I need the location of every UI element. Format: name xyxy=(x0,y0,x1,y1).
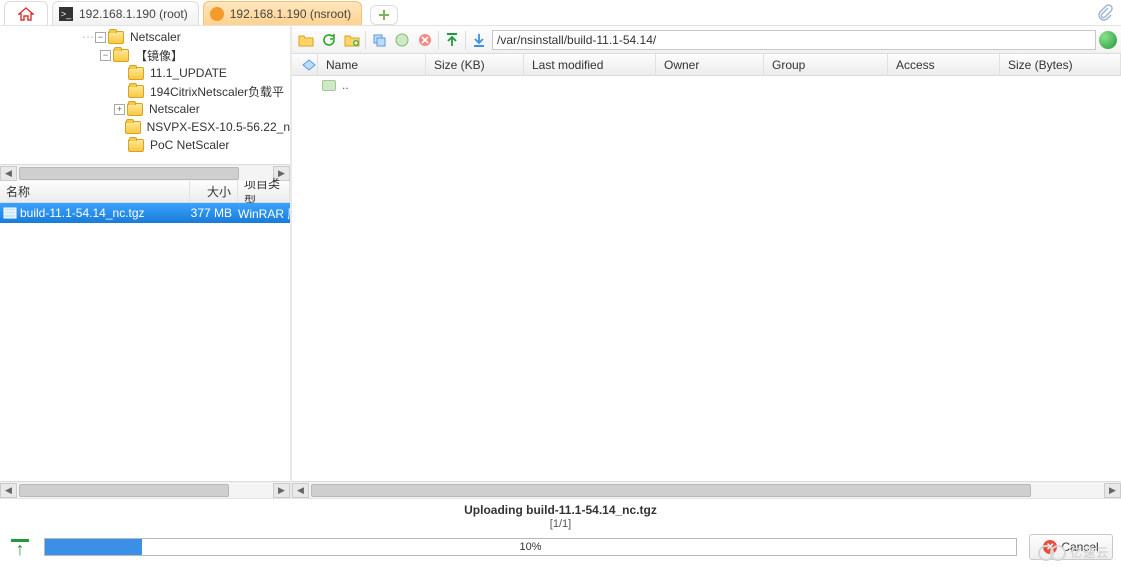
download-button[interactable] xyxy=(469,30,489,50)
tree-label: 11.1_UPDATE xyxy=(150,66,227,80)
home-tab[interactable] xyxy=(4,1,48,25)
folder-icon xyxy=(113,49,129,62)
col-access[interactable]: Access xyxy=(888,54,1000,75)
copy-button[interactable] xyxy=(369,30,389,50)
delete-button[interactable] xyxy=(415,30,435,50)
tree-label: 194CitrixNetscaler负载平 xyxy=(150,83,284,100)
col-check[interactable] xyxy=(292,54,318,75)
tree-node[interactable]: PoC NetScaler xyxy=(4,136,290,154)
tree-node[interactable]: NSVPX-ESX-10.5-56.22_n xyxy=(4,118,290,136)
scroll-left-icon[interactable]: ◀ xyxy=(292,483,309,498)
tree-node[interactable]: − 【镜像】 xyxy=(4,46,290,64)
upload-icon: ↑ xyxy=(8,539,32,556)
scroll-right-icon[interactable]: ▶ xyxy=(1104,483,1121,498)
terminal-icon: >_ xyxy=(59,7,73,21)
parent-dir-label: .. xyxy=(342,78,349,92)
paste-button[interactable] xyxy=(392,30,412,50)
tree-label: Netscaler xyxy=(130,30,181,44)
tree-node[interactable]: + Netscaler xyxy=(4,100,290,118)
collapse-icon[interactable]: − xyxy=(100,50,111,61)
tree-label: NSVPX-ESX-10.5-56.22_n xyxy=(147,120,290,134)
col-size[interactable]: Size (KB) xyxy=(426,54,524,75)
upload-button[interactable] xyxy=(442,30,462,50)
tree-label: Netscaler xyxy=(149,102,200,116)
tree-line-icon: ⋯ xyxy=(82,30,93,44)
folder-icon xyxy=(127,103,143,116)
scroll-thumb[interactable] xyxy=(311,484,1031,497)
open-folder-button[interactable] xyxy=(296,30,316,50)
col-size[interactable]: 大小 xyxy=(190,181,238,202)
plus-icon xyxy=(378,9,390,21)
folder-icon xyxy=(128,85,144,98)
tree-label: 【镜像】 xyxy=(135,47,183,64)
remote-toolbar xyxy=(292,26,1121,54)
tree-node[interactable]: 11.1_UPDATE xyxy=(4,64,290,82)
progress-bar: 10% xyxy=(44,538,1017,556)
watermark: 亿速云 xyxy=(1038,544,1109,561)
col-owner[interactable]: Owner xyxy=(656,54,764,75)
scroll-thumb[interactable] xyxy=(19,167,239,180)
remote-file-list: .. xyxy=(292,76,1121,481)
local-tree: ⋯− Netscaler − 【镜像】 11.1_UPDATE 194CitrixN… xyxy=(0,26,290,164)
tab-label: 192.168.1.190 (root) xyxy=(79,7,188,21)
local-list-header: 名称 大小 项目类型 xyxy=(0,181,290,203)
expand-icon[interactable]: + xyxy=(114,104,125,115)
scroll-thumb[interactable] xyxy=(19,484,229,497)
folder-icon xyxy=(108,31,124,44)
tree-node[interactable]: ⋯− Netscaler xyxy=(4,28,290,46)
folder-icon xyxy=(128,139,144,152)
tree-h-scrollbar[interactable]: ◀ ▶ xyxy=(0,164,290,181)
session-icon xyxy=(210,7,224,21)
remote-path-input[interactable] xyxy=(492,30,1096,50)
local-h-scrollbar[interactable]: ◀ ▶ xyxy=(0,481,290,498)
folder-icon xyxy=(125,121,141,134)
local-file-row[interactable]: build-11.1-54.14_nc.tgz 377 MB WinRAR 压缩 xyxy=(0,203,290,223)
tree-node[interactable]: 194CitrixNetscaler负载平 xyxy=(4,82,290,100)
file-name: build-11.1-54.14_nc.tgz xyxy=(20,206,190,220)
progress-label: 10% xyxy=(45,539,1016,555)
remote-list-header: Name Size (KB) Last modified Owner Group… xyxy=(292,54,1121,76)
parent-dir-row[interactable]: .. xyxy=(292,76,1121,94)
new-tab-button[interactable] xyxy=(370,5,398,25)
tab-nsroot[interactable]: 192.168.1.190 (nsroot) xyxy=(203,1,362,25)
folder-up-icon xyxy=(322,80,336,91)
col-group[interactable]: Group xyxy=(764,54,888,75)
scroll-right-icon[interactable]: ▶ xyxy=(273,483,290,498)
scroll-left-icon[interactable]: ◀ xyxy=(0,166,17,181)
col-name[interactable]: Name xyxy=(318,54,426,75)
transfer-status: Uploading build-11.1-54.14_nc.tgz xyxy=(464,503,657,517)
file-type: WinRAR 压缩 xyxy=(238,205,290,222)
scroll-left-icon[interactable]: ◀ xyxy=(0,483,17,498)
home-icon xyxy=(18,7,34,21)
transfer-panel: Uploading build-11.1-54.14_nc.tgz [1/1] … xyxy=(0,498,1121,567)
col-name[interactable]: 名称 xyxy=(0,181,190,202)
col-modified[interactable]: Last modified xyxy=(524,54,656,75)
watermark-text: 亿速云 xyxy=(1070,544,1109,561)
tab-root[interactable]: >_ 192.168.1.190 (root) xyxy=(52,1,199,25)
transfer-count: [1/1] xyxy=(550,518,571,530)
attachment-icon[interactable] xyxy=(1097,4,1113,22)
remote-h-scrollbar[interactable]: ◀ ▶ xyxy=(292,481,1121,498)
tree-label: PoC NetScaler xyxy=(150,138,229,152)
new-folder-button[interactable] xyxy=(342,30,362,50)
folder-icon xyxy=(128,67,144,80)
tab-label: 192.168.1.190 (nsroot) xyxy=(230,7,351,21)
globe-icon[interactable] xyxy=(1099,31,1117,49)
archive-icon xyxy=(0,206,20,220)
refresh-button[interactable] xyxy=(319,30,339,50)
tab-bar: >_ 192.168.1.190 (root) 192.168.1.190 (n… xyxy=(0,0,1121,26)
collapse-icon[interactable]: − xyxy=(95,32,106,43)
col-type[interactable]: 项目类型 xyxy=(238,181,290,202)
col-bytes[interactable]: Size (Bytes) xyxy=(1000,54,1121,75)
file-size: 377 MB xyxy=(190,206,238,220)
